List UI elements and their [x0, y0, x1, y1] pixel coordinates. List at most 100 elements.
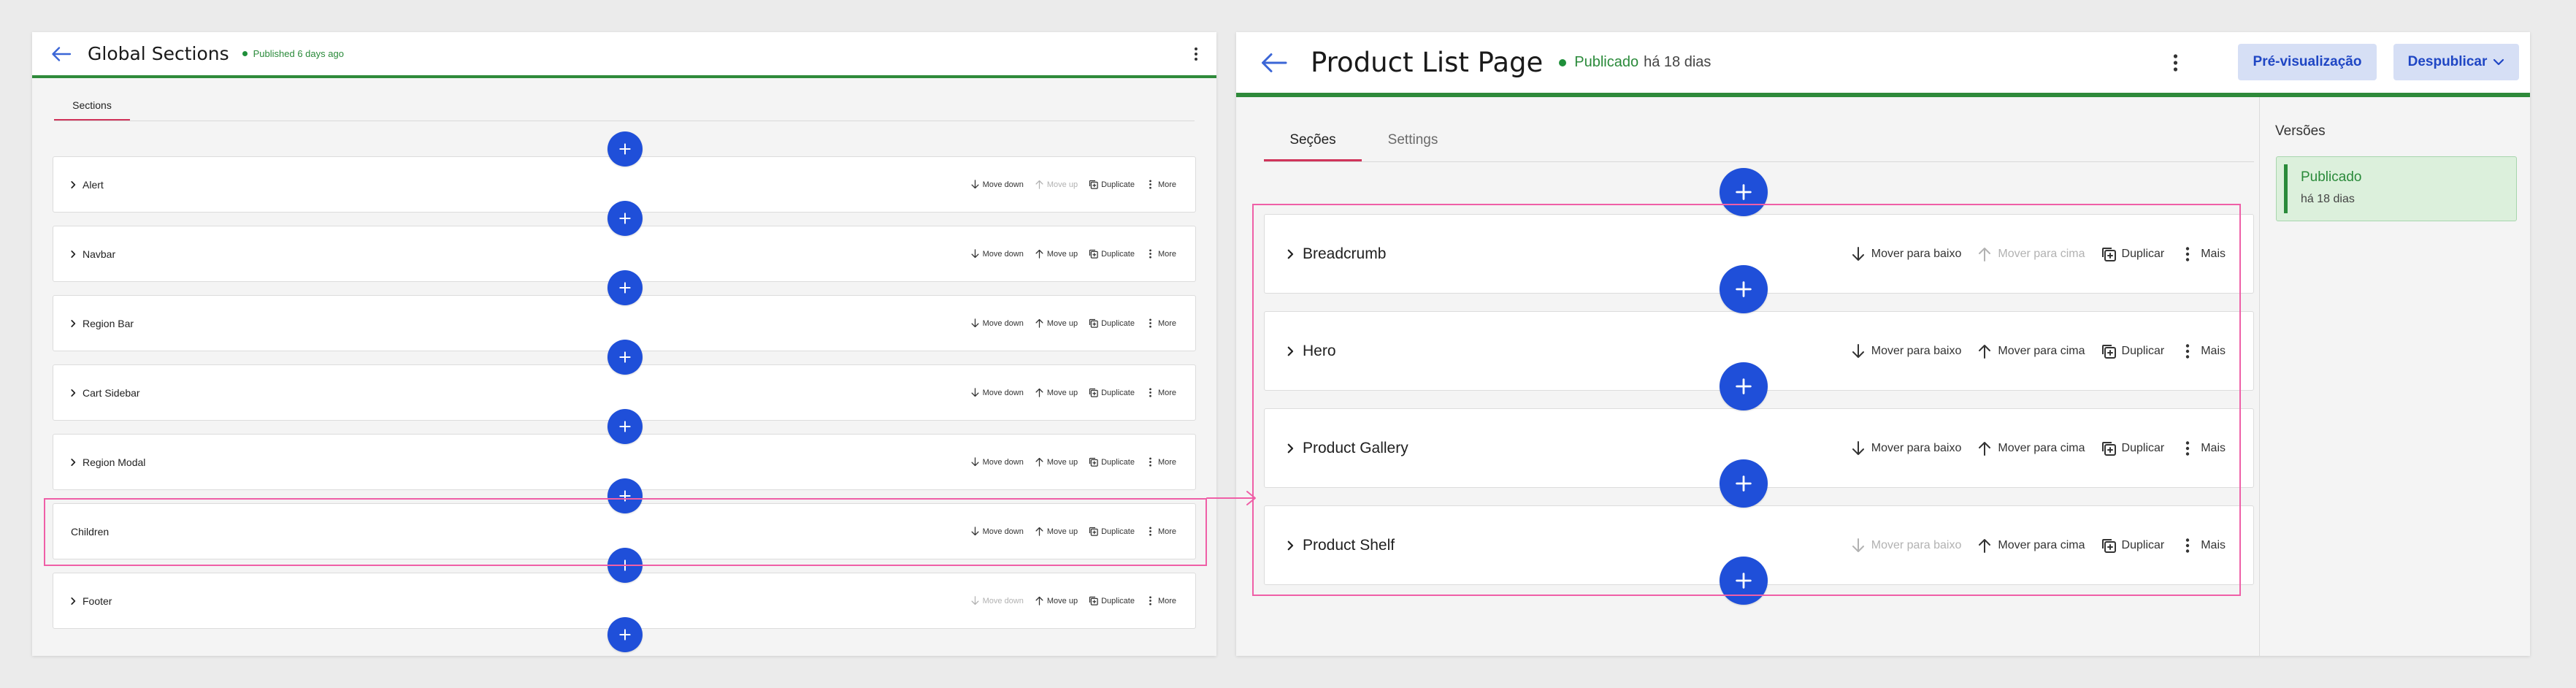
move-up-button[interactable]: Move up: [1034, 387, 1078, 398]
unpublish-button[interactable]: Despublicar: [2393, 44, 2519, 80]
duplicate-button[interactable]: Duplicar: [2100, 245, 2164, 263]
add-section-button[interactable]: [607, 617, 643, 652]
tab-settings[interactable]: Settings: [1362, 121, 1464, 161]
move-down-button[interactable]: Mover para baixo: [1849, 343, 1961, 360]
move-up-button[interactable]: Mover para cima: [1976, 343, 2085, 360]
more-button-label: More: [1157, 527, 1176, 536]
move-down-button[interactable]: Move down: [970, 248, 1024, 259]
move-up-button[interactable]: Move up: [1034, 526, 1078, 537]
tab-sections[interactable]: Seções: [1264, 121, 1362, 161]
arrow-down-icon: [971, 388, 979, 397]
more-button[interactable]: More: [1145, 387, 1176, 398]
add-section-button[interactable]: [1720, 168, 1768, 216]
duplicate-button[interactable]: Duplicate: [1088, 248, 1135, 259]
move-down-button[interactable]: Mover para baixo: [1849, 440, 1961, 457]
chevron-right-icon: [71, 389, 76, 397]
status-badge: Published 6 days ago: [242, 48, 344, 59]
more-button[interactable]: More: [1145, 179, 1176, 190]
expand-toggle[interactable]: [68, 596, 78, 606]
back-button[interactable]: [1258, 47, 1290, 79]
move-up-button[interactable]: Mover para cima: [1976, 537, 2085, 554]
duplicate-icon: [1089, 527, 1098, 536]
move-up-button-label: Move up: [1046, 457, 1078, 467]
duplicate-button[interactable]: Duplicate: [1088, 595, 1135, 606]
back-button[interactable]: [48, 41, 74, 67]
duplicate-button[interactable]: Duplicate: [1088, 456, 1135, 467]
move-up-button[interactable]: Move up: [1034, 248, 1078, 259]
move-up-button[interactable]: Move up: [1034, 318, 1078, 329]
duplicate-button[interactable]: Duplicate: [1088, 387, 1135, 398]
more-button[interactable]: Mais: [2179, 245, 2226, 263]
expand-toggle[interactable]: [1284, 539, 1297, 552]
plus-icon: [619, 213, 631, 224]
move-up-button: Mover para cima: [1976, 245, 2085, 263]
more-button[interactable]: More: [1145, 318, 1176, 329]
arrow-left-icon: [52, 46, 72, 61]
move-up-button[interactable]: Mover para cima: [1976, 440, 2085, 457]
version-card[interactable]: Publicado há 18 dias: [2276, 156, 2517, 221]
duplicate-button[interactable]: Duplicar: [2100, 537, 2164, 554]
arrow-up-icon: [1979, 441, 1991, 456]
more-button[interactable]: More: [1145, 456, 1176, 467]
more-button[interactable]: More: [1145, 248, 1176, 259]
duplicate-button[interactable]: Duplicate: [1088, 526, 1135, 537]
add-section-button[interactable]: [1720, 265, 1768, 313]
add-section-button[interactable]: [607, 548, 643, 583]
add-section-button[interactable]: [1720, 557, 1768, 605]
duplicate-button[interactable]: Duplicate: [1088, 179, 1135, 190]
section-name: Alert: [83, 178, 104, 191]
move-down-button[interactable]: Move down: [970, 456, 1024, 467]
expand-toggle[interactable]: [1284, 442, 1297, 455]
add-section-button[interactable]: [1720, 459, 1768, 508]
right-tab-bar: Seções Settings: [1264, 121, 2254, 162]
header-more-menu-icon[interactable]: [1187, 39, 1205, 69]
status-badge: Publicado há 18 dias: [1559, 54, 1711, 71]
arrow-up-icon: [1035, 457, 1043, 467]
move-down-button[interactable]: Move down: [970, 526, 1024, 537]
expand-toggle[interactable]: [68, 249, 78, 259]
more-button[interactable]: More: [1145, 526, 1176, 537]
duplicate-button-label: Duplicar: [2121, 441, 2165, 454]
add-section-button[interactable]: [607, 340, 643, 375]
add-section-button[interactable]: [607, 409, 643, 444]
header-more-menu-icon[interactable]: [2166, 47, 2184, 79]
more-button[interactable]: More: [1145, 595, 1176, 606]
duplicate-button[interactable]: Duplicar: [2100, 440, 2165, 457]
expand-toggle[interactable]: [68, 457, 78, 467]
more-button[interactable]: Mais: [2179, 343, 2226, 360]
expand-toggle[interactable]: [68, 388, 78, 398]
move-up-button[interactable]: Move up: [1034, 595, 1078, 606]
move-down-button[interactable]: Move down: [970, 179, 1024, 190]
more-vertical-icon: [2186, 343, 2190, 359]
duplicate-button[interactable]: Duplicate: [1088, 318, 1135, 329]
more-button-label: Mais: [2201, 538, 2226, 551]
arrow-down-icon: [971, 596, 979, 605]
section-actions: Move down Move up Duplicate More: [970, 456, 1176, 467]
move-down-button[interactable]: Mover para baixo: [1849, 245, 1961, 263]
expand-toggle[interactable]: [68, 318, 78, 329]
duplicate-icon: [1089, 249, 1098, 259]
move-up-button-label: Mover para cima: [1998, 538, 2085, 551]
move-down-button-label: Move down: [982, 527, 1024, 536]
add-section-button[interactable]: [607, 201, 643, 236]
add-section-button[interactable]: [607, 131, 643, 167]
add-section-button[interactable]: [607, 270, 643, 305]
tab-sections[interactable]: Sections: [54, 91, 130, 121]
move-down-button[interactable]: Move down: [970, 318, 1024, 329]
preview-button[interactable]: Pré-visualização: [2238, 44, 2377, 80]
move-up-button-label: Mover para cima: [1998, 441, 2085, 454]
expand-toggle[interactable]: [1284, 248, 1297, 261]
expand-toggle[interactable]: [1284, 345, 1297, 358]
duplicate-button[interactable]: Duplicar: [2100, 343, 2164, 360]
move-down-button[interactable]: Move down: [970, 387, 1024, 398]
expand-toggle[interactable]: [68, 180, 78, 190]
add-section-button[interactable]: [1720, 362, 1768, 410]
section-name: Product Gallery: [1303, 439, 1408, 456]
more-button[interactable]: Mais: [2179, 440, 2226, 457]
unpublish-button-label: Despublicar: [2407, 54, 2488, 69]
move-up-button[interactable]: Move up: [1034, 456, 1078, 467]
add-section-button[interactable]: [607, 478, 643, 513]
arrow-up-icon: [1035, 318, 1043, 328]
more-button-label: More: [1157, 249, 1176, 259]
more-button[interactable]: Mais: [2179, 537, 2226, 554]
